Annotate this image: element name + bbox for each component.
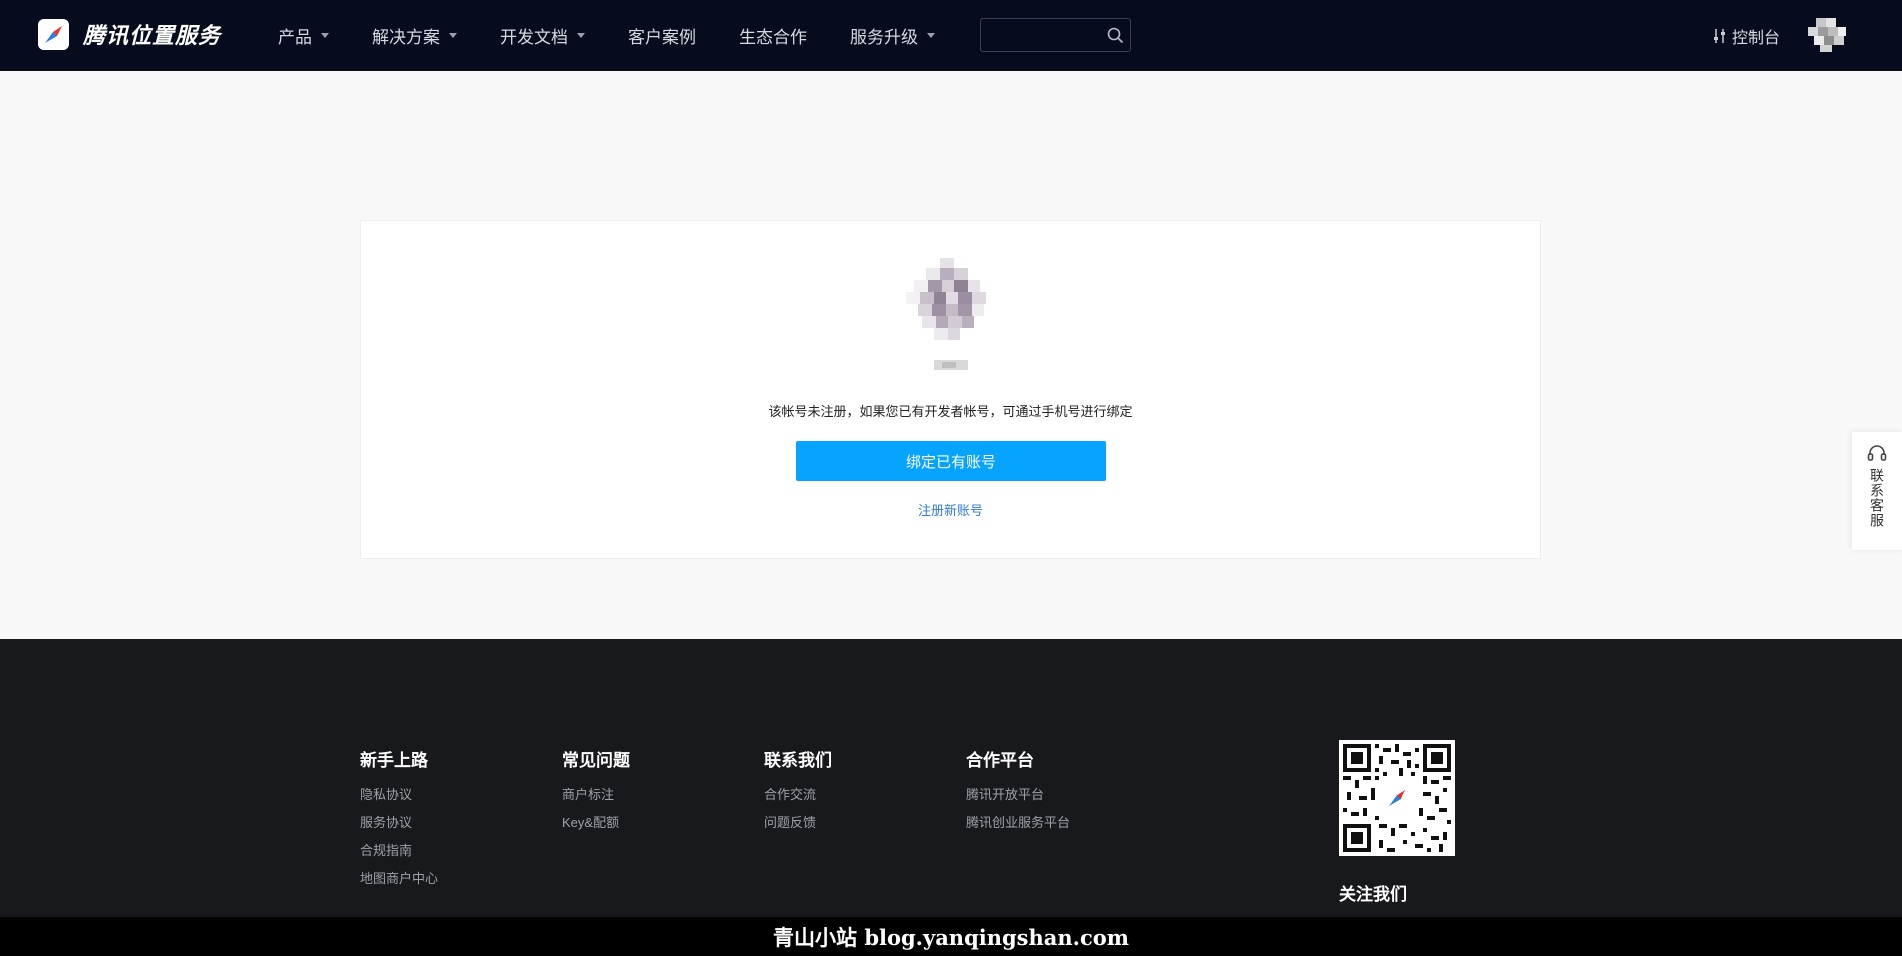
nav-label: 生态合作	[739, 28, 807, 47]
unregistered-message: 该帐号未注册，如果您已有开发者帐号，可通过手机号进行绑定	[768, 404, 1133, 419]
account-username	[934, 360, 968, 370]
console-link[interactable]: 控制台	[1713, 24, 1780, 48]
user-avatar[interactable]	[1808, 18, 1846, 52]
follow-us-label: 关注我们	[1339, 885, 1407, 904]
nav-label: 服务升级	[850, 28, 918, 47]
compass-logo-icon	[38, 18, 69, 50]
footer-column-getting-started: 新手上路 隐私协议 服务协议 合规指南 地图商户中心	[360, 746, 438, 893]
caret-down-icon	[927, 33, 935, 38]
nav-item-docs[interactable]: 开发文档	[500, 23, 585, 48]
console-label: 控制台	[1732, 30, 1781, 47]
brand-logo[interactable]: 腾讯位置服务	[38, 18, 221, 50]
footer-link[interactable]: 地图商户中心	[360, 865, 438, 893]
footer-column-title: 合作平台	[966, 751, 1034, 770]
footer-link[interactable]: 合作交流	[764, 781, 832, 809]
watermark-text: 青山小站 blog.yanqingshan.com	[773, 924, 1129, 950]
footer-link[interactable]: 合规指南	[360, 837, 438, 865]
search-icon[interactable]	[1107, 27, 1124, 49]
footer-column-title: 新手上路	[360, 751, 428, 770]
headset-icon	[1867, 445, 1887, 461]
account-avatar	[900, 256, 1000, 356]
footer-column-faq: 常见问题 商户标注 Key&配额	[562, 746, 630, 837]
nav-item-products[interactable]: 产品	[278, 23, 329, 48]
footer-link[interactable]: 服务协议	[360, 809, 438, 837]
nav-label: 开发文档	[500, 28, 568, 47]
register-new-account-link[interactable]: 注册新账号	[360, 500, 1541, 519]
footer-column-title: 常见问题	[562, 751, 630, 770]
contact-service-label: 联系客服	[1869, 468, 1885, 528]
nav-label: 产品	[278, 28, 312, 47]
bind-existing-account-button[interactable]: 绑定已有账号	[796, 441, 1106, 481]
footer-column-title: 联系我们	[764, 751, 832, 770]
caret-down-icon	[449, 33, 457, 38]
contact-service-widget[interactable]: 联系客服	[1852, 432, 1902, 550]
caret-down-icon	[321, 33, 329, 38]
footer-column-partners: 合作平台 腾讯开放平台 腾讯创业服务平台	[966, 746, 1070, 837]
watermark-bar: 青山小站 blog.yanqingshan.com	[0, 917, 1902, 956]
footer	[0, 639, 1902, 917]
sliders-icon	[1714, 29, 1725, 43]
top-navbar: 腾讯位置服务 产品 解决方案 开发文档 客户案例 生态合作 服务升级 控制台	[0, 0, 1902, 71]
search-input[interactable]	[981, 19, 1101, 51]
nav-item-ecosystem[interactable]: 生态合作	[739, 23, 807, 48]
main-nav: 产品 解决方案 开发文档 客户案例 生态合作 服务升级	[278, 0, 978, 71]
footer-link[interactable]: 腾讯创业服务平台	[966, 809, 1070, 837]
nav-label: 解决方案	[372, 28, 440, 47]
footer-link[interactable]: 隐私协议	[360, 781, 438, 809]
footer-link[interactable]: 腾讯开放平台	[966, 781, 1070, 809]
brand-name: 腾讯位置服务	[83, 23, 222, 48]
footer-column-contact: 联系我们 合作交流 问题反馈	[764, 746, 832, 837]
nav-item-upgrade[interactable]: 服务升级	[850, 23, 935, 48]
nav-item-solutions[interactable]: 解决方案	[372, 23, 457, 48]
footer-link[interactable]: 商户标注	[562, 781, 630, 809]
footer-link[interactable]: 问题反馈	[764, 809, 832, 837]
qr-code	[1339, 740, 1455, 856]
caret-down-icon	[577, 33, 585, 38]
nav-item-cases[interactable]: 客户案例	[628, 23, 696, 48]
nav-label: 客户案例	[628, 28, 696, 47]
footer-link[interactable]: Key&配额	[562, 809, 630, 837]
search-box	[980, 18, 1131, 52]
